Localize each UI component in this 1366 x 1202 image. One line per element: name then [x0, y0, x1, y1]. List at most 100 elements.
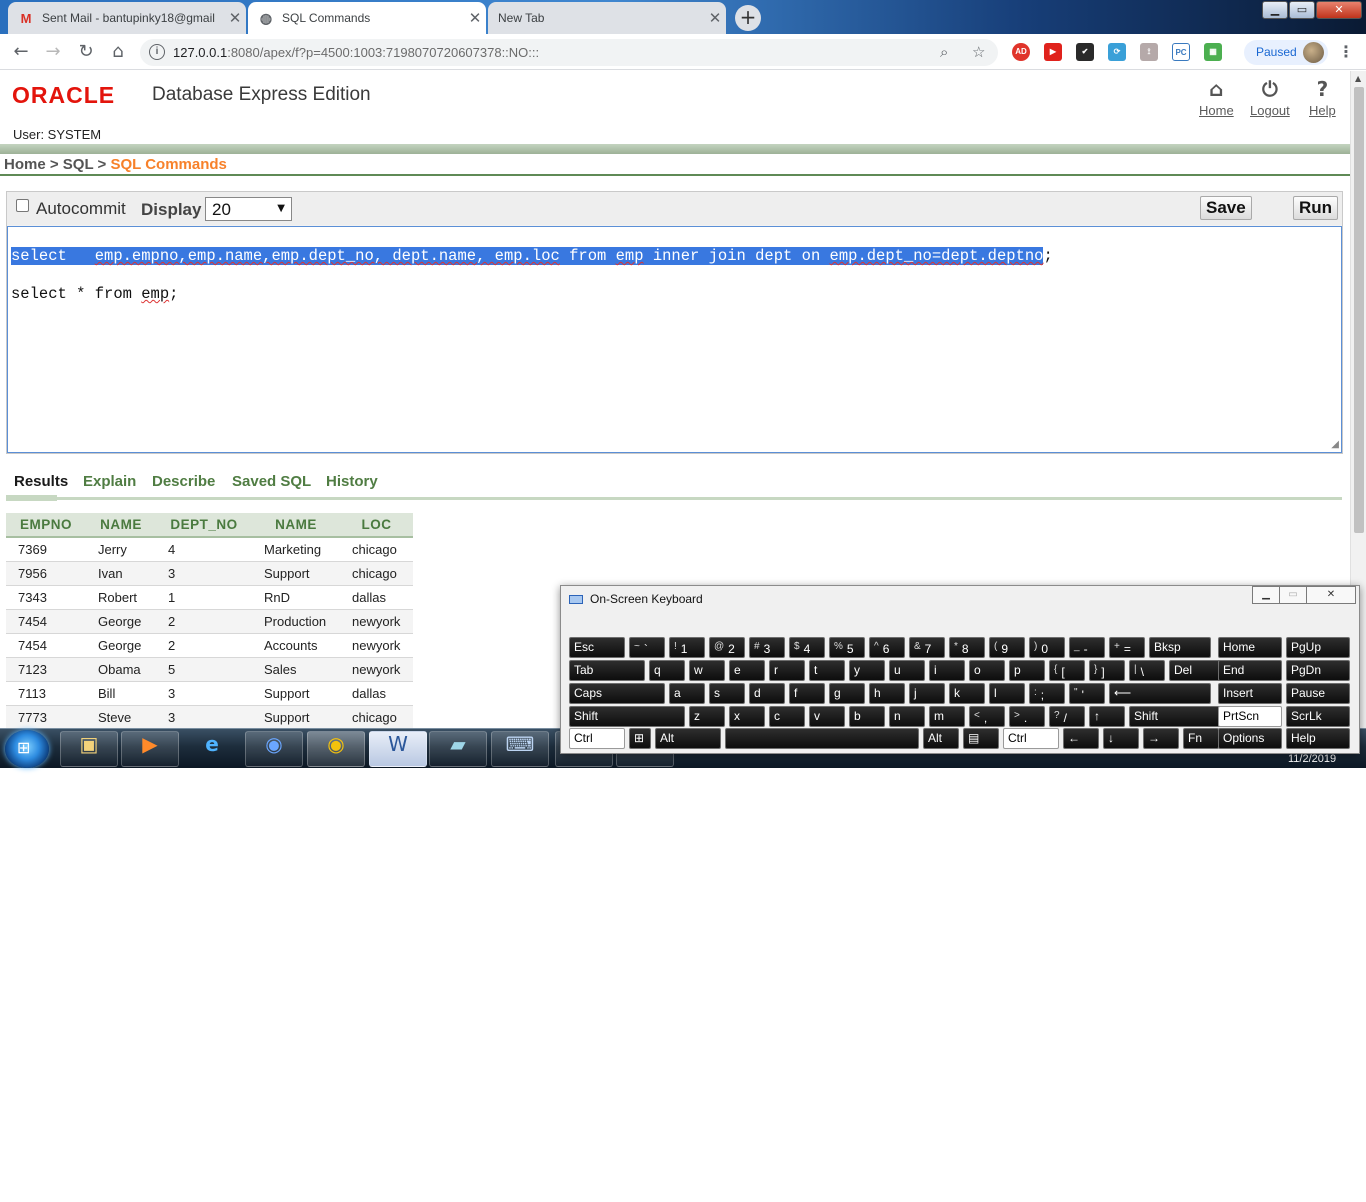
autocommit-checkbox[interactable] — [16, 199, 29, 212]
key-n[interactable]: n — [889, 706, 925, 727]
key-t[interactable]: t — [809, 660, 845, 681]
key-sym[interactable]: * 8 — [949, 637, 985, 658]
key-m[interactable]: m — [929, 706, 965, 727]
address-bar[interactable]: i 127.0.0.1:8080/apex/f?p=4500:1003:7198… — [140, 39, 998, 66]
close-tab-icon[interactable]: ✕ — [704, 9, 726, 27]
key-sym[interactable]: ^ 6 — [869, 637, 905, 658]
key-shift[interactable]: Shift — [1129, 706, 1231, 727]
breadcrumb-sql[interactable]: SQL — [63, 156, 94, 173]
save-button[interactable]: Save — [1200, 196, 1252, 220]
start-button[interactable]: ⊞ — [5, 730, 49, 768]
profile-paused-button[interactable]: Paused — [1244, 40, 1328, 65]
key-alt[interactable]: Alt — [655, 728, 721, 749]
autocommit-toggle[interactable]: Autocommit — [16, 199, 126, 219]
key-a[interactable]: a — [669, 683, 705, 704]
run-button[interactable]: Run — [1293, 196, 1339, 220]
key-sym[interactable]: ! 1 — [669, 637, 705, 658]
key-sym[interactable]: % 5 — [829, 637, 865, 658]
bookmark-star-icon[interactable]: ☆ — [972, 43, 985, 61]
key-d[interactable]: d — [749, 683, 785, 704]
key-esc[interactable]: Esc — [569, 637, 625, 658]
key-i[interactable]: i — [929, 660, 965, 681]
minimize-window-button[interactable]: ▁ — [1262, 1, 1288, 19]
key-k[interactable]: k — [949, 683, 985, 704]
sync-extension-icon[interactable]: ⟳ — [1108, 43, 1126, 61]
key-alt[interactable]: Alt — [923, 728, 959, 749]
chromium-icon[interactable]: ◉ — [245, 731, 303, 767]
key-home[interactable]: Home — [1218, 637, 1282, 658]
forward-icon[interactable]: → — [42, 41, 64, 63]
key-sym[interactable]: + = — [1109, 637, 1145, 658]
key-sym[interactable]: ← — [1063, 728, 1099, 749]
pc-extension-icon[interactable]: PC — [1172, 43, 1190, 61]
key-r[interactable]: r — [769, 660, 805, 681]
key-y[interactable]: y — [849, 660, 885, 681]
breadcrumb-home[interactable]: Home — [4, 156, 46, 173]
tab-new-tab[interactable]: New Tab ✕ — [488, 2, 726, 34]
key-pause[interactable]: Pause — [1286, 683, 1350, 704]
home-link[interactable]: ⌂ Home — [1199, 77, 1234, 118]
tab-explain[interactable]: Explain — [83, 473, 136, 490]
key-bksp[interactable]: Bksp — [1149, 637, 1211, 658]
on-screen-keyboard-icon[interactable]: ⌨ — [491, 731, 549, 767]
key-j[interactable]: j — [909, 683, 945, 704]
key-insert[interactable]: Insert — [1218, 683, 1282, 704]
sql-textarea[interactable]: select emp.empno,emp.name,emp.dept_no, d… — [7, 226, 1342, 453]
key-sym[interactable]: ▤ — [963, 728, 999, 749]
key-shift[interactable]: Shift — [569, 706, 685, 727]
key-z[interactable]: z — [689, 706, 725, 727]
key-sym[interactable]: {[ — [1049, 660, 1085, 681]
tab-history[interactable]: History — [326, 473, 378, 490]
key-options[interactable]: Options — [1218, 728, 1282, 749]
logout-link[interactable]: ⏻ Logout — [1250, 77, 1290, 118]
site-info-icon[interactable]: i — [149, 44, 165, 60]
resize-handle-icon[interactable]: ◢ — [1331, 439, 1339, 450]
explorer-icon[interactable]: ▣ — [60, 731, 118, 767]
key-sym[interactable]: → — [1143, 728, 1179, 749]
close-tab-icon[interactable]: ✕ — [464, 9, 486, 27]
display-rows-select[interactable]: 20 ▼ — [205, 197, 292, 221]
key-sym[interactable]: ) 0 — [1029, 637, 1065, 658]
key-sym[interactable]: ↑ — [1089, 706, 1125, 727]
youtube-extension-icon[interactable]: ▶ — [1044, 43, 1062, 61]
back-icon[interactable]: ← — [10, 41, 32, 63]
key-end[interactable]: End — [1218, 660, 1282, 681]
key-sym[interactable]: | \ — [1129, 660, 1165, 681]
menu-kebab-icon[interactable]: ⋮ — [1338, 42, 1354, 61]
key-w[interactable]: w — [689, 660, 725, 681]
maximize-window-button[interactable]: ▭ — [1289, 1, 1315, 19]
key-q[interactable]: q — [649, 660, 685, 681]
key-p[interactable]: p — [1009, 660, 1045, 681]
notepad-icon[interactable]: ▰ — [429, 731, 487, 767]
adblock-extension-icon[interactable]: AD — [1012, 43, 1030, 61]
key-sym[interactable]: <, — [969, 706, 1005, 727]
scroll-up-icon[interactable]: ▲ — [1355, 74, 1361, 83]
checklist-extension-icon[interactable]: ✔ — [1076, 43, 1094, 61]
key-scrlk[interactable]: ScrLk — [1286, 706, 1350, 727]
osk-maximize-button[interactable]: ▭ — [1279, 586, 1307, 604]
media-player-icon[interactable]: ▶ — [121, 731, 179, 767]
key-pgup[interactable]: PgUp — [1286, 637, 1350, 658]
key-sym[interactable]: ↓ — [1103, 728, 1139, 749]
new-tab-button[interactable]: + — [735, 5, 761, 31]
key-u[interactable]: u — [889, 660, 925, 681]
key-s[interactable]: s — [709, 683, 745, 704]
key-l[interactable]: l — [989, 683, 1025, 704]
help-link-label[interactable]: Help — [1309, 103, 1336, 118]
tab-saved-sql[interactable]: Saved SQL — [232, 473, 311, 490]
key-sym[interactable]: :; — [1029, 683, 1065, 704]
key-f[interactable]: f — [789, 683, 825, 704]
key-pgdn[interactable]: PgDn — [1286, 660, 1350, 681]
tab-describe[interactable]: Describe — [152, 473, 215, 490]
reload-icon[interactable]: ↻ — [75, 41, 97, 63]
osk-minimize-button[interactable]: ▁ — [1252, 586, 1280, 604]
key-sym[interactable]: }] — [1089, 660, 1125, 681]
key-sym[interactable]: ⟵ — [1109, 683, 1211, 704]
key-h[interactable]: h — [869, 683, 905, 704]
key-ctrl[interactable]: Ctrl — [569, 728, 625, 749]
scrollbar-thumb[interactable] — [1354, 87, 1364, 533]
key-sym[interactable]: ? / — [1049, 706, 1085, 727]
key-sym[interactable]: $4 — [789, 637, 825, 658]
key-o[interactable]: o — [969, 660, 1005, 681]
home-link-label[interactable]: Home — [1199, 103, 1234, 118]
